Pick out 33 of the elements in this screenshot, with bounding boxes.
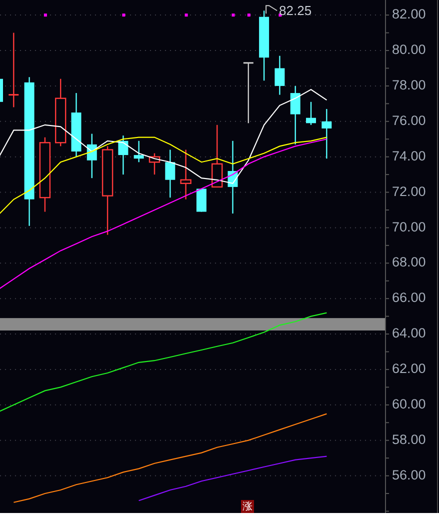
leader-line [266,5,278,14]
axis-label: 60.00 [392,396,426,412]
axis-label: 58.00 [392,432,426,447]
axis-label: 76.00 [392,112,426,128]
candlestick [118,136,128,175]
candlestick [180,150,192,200]
axis-label: 56.00 [392,467,426,482]
candlestick [306,102,316,125]
price-label: 82.25 [279,3,312,18]
axis-label: 72.00 [392,184,426,199]
axis-label: 78.00 [392,78,426,92]
axis-label: 80.00 [392,42,426,58]
axis-label: 68.00 [392,254,426,270]
candlestick [134,140,144,162]
candlestick [148,153,160,175]
rise-badge: 涨 [241,500,254,513]
axis-label: 62.00 [392,361,426,376]
candlestick [274,56,285,95]
candlestick [165,150,176,198]
axis-label: 70.00 [392,219,426,234]
axis-label: 82.00 [392,6,426,22]
axis-label: 66.00 [392,290,426,306]
candlestick [55,78,66,146]
candlestick [71,93,82,157]
candlestick [290,86,300,144]
axis-label: 74.00 [392,148,426,164]
candlestick [0,78,3,102]
candlestick [243,62,254,124]
candlestick [86,134,97,178]
axis-label: 64.00 [392,326,426,341]
candlestick [259,10,270,81]
candlestick [212,124,223,188]
candlestick [322,108,332,159]
